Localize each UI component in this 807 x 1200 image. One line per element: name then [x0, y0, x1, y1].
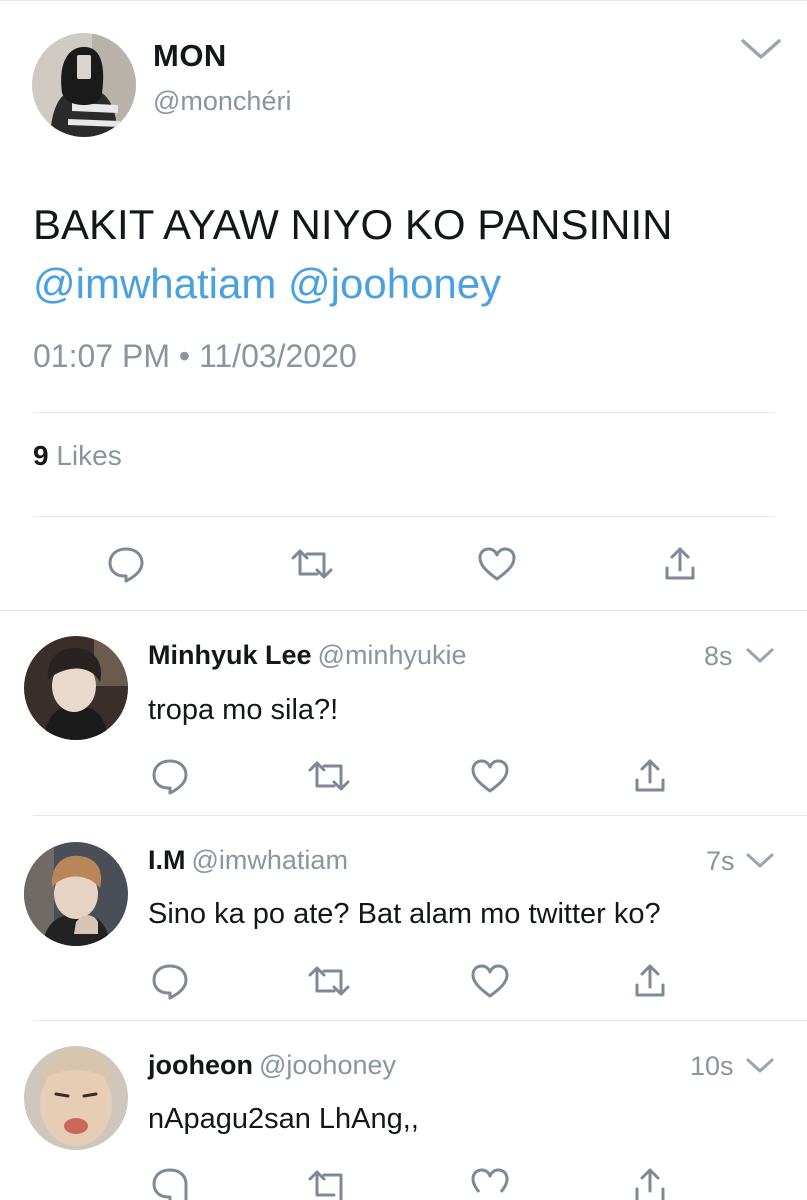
reply-text: tropa mo sila?!: [148, 694, 339, 726]
reply-author-handle[interactable]: @minhyukie: [318, 640, 467, 670]
chevron-down-icon[interactable]: [744, 646, 776, 666]
likes-count[interactable]: 9 Likes: [33, 440, 122, 472]
reply-time: 10s: [690, 1051, 734, 1081]
top-border: [0, 0, 807, 1]
reply-icon[interactable]: [150, 1166, 190, 1200]
retweet-icon[interactable]: [306, 758, 352, 794]
reply-text: Sino ka po ate? Bat alam mo twitter ko?: [148, 898, 661, 930]
avatar-mon[interactable]: [32, 33, 136, 137]
likes-number: 9: [33, 440, 49, 471]
reply-icon[interactable]: [150, 962, 190, 1000]
tweet-text-line: BAKIT AYAW NIYO KO PANSININ: [33, 201, 673, 248]
author-name[interactable]: MON: [153, 38, 227, 74]
reply-header: jooheon @joohoney: [148, 1050, 396, 1081]
reply-icon[interactable]: [150, 757, 190, 795]
avatar-minhyuk[interactable]: [24, 636, 128, 740]
reply-header: I.M @imwhatiam: [148, 845, 348, 876]
mention-link[interactable]: @joohoney: [288, 260, 501, 307]
reply-time: 8s: [704, 641, 733, 671]
share-icon[interactable]: [632, 756, 668, 794]
chevron-down-icon[interactable]: [744, 1056, 776, 1076]
divider: [33, 1020, 807, 1021]
tweet-text: BAKIT AYAW NIYO KO PANSININ @imwhatiam @…: [33, 195, 773, 313]
reply-time: 7s: [706, 846, 735, 876]
reply-author-name[interactable]: I.M: [148, 845, 186, 875]
retweet-icon[interactable]: [289, 546, 335, 582]
heart-icon[interactable]: [469, 757, 511, 795]
heart-icon[interactable]: [469, 1166, 511, 1200]
divider: [33, 412, 775, 413]
share-icon[interactable]: [662, 544, 698, 582]
tweet-timestamp: 01:07 PM • 11/03/2020: [33, 338, 357, 374]
reply-text: nApagu2san LhAng,,: [148, 1103, 419, 1135]
chevron-down-icon[interactable]: [744, 851, 776, 871]
divider: [33, 516, 775, 517]
divider: [0, 610, 807, 611]
likes-label: Likes: [56, 440, 122, 471]
chevron-down-icon[interactable]: [738, 36, 784, 62]
reply-icon[interactable]: [106, 545, 146, 583]
heart-icon[interactable]: [476, 545, 518, 583]
avatar-jooheon[interactable]: [24, 1046, 128, 1150]
avatar-im[interactable]: [24, 842, 128, 946]
reply-author-name[interactable]: jooheon: [148, 1050, 253, 1080]
reply-header: Minhyuk Lee @minhyukie: [148, 640, 467, 671]
divider: [33, 815, 807, 816]
share-icon[interactable]: [632, 1165, 668, 1200]
retweet-icon[interactable]: [306, 963, 352, 999]
mention-link[interactable]: @imwhatiam: [33, 260, 276, 307]
reply-author-handle[interactable]: @imwhatiam: [192, 845, 348, 875]
retweet-icon[interactable]: [306, 1167, 352, 1200]
author-handle[interactable]: @monchéri: [153, 86, 291, 117]
heart-icon[interactable]: [469, 962, 511, 1000]
share-icon[interactable]: [632, 961, 668, 999]
reply-author-name[interactable]: Minhyuk Lee: [148, 640, 312, 670]
reply-author-handle[interactable]: @joohoney: [259, 1050, 396, 1080]
